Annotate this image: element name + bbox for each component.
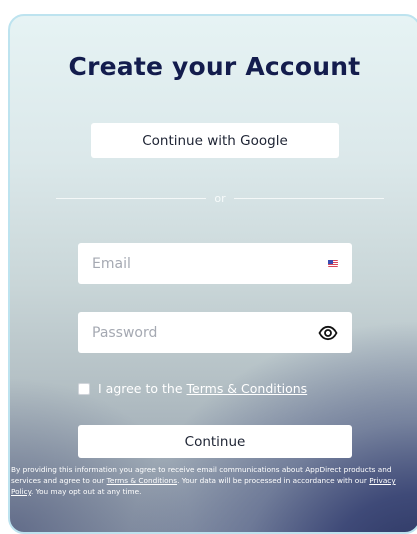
divider-line-right [233, 198, 385, 199]
signup-card: Create your Account Continue with Google… [8, 14, 417, 534]
legal-terms-link[interactable]: Terms & Conditions [107, 476, 177, 485]
legal-text-3: . You may opt out at any time. [30, 487, 142, 496]
terms-agreement: I agree to the Terms & Conditions [78, 381, 307, 396]
divider-line-left [56, 198, 207, 199]
continue-button[interactable]: Continue [78, 425, 352, 458]
email-field[interactable]: Email [78, 243, 352, 284]
us-flag-icon[interactable] [328, 260, 338, 267]
legal-text-2: . Your data will be processed in accorda… [177, 476, 370, 485]
page-title: Create your Account [68, 52, 361, 81]
continue-with-google-button[interactable]: Continue with Google [91, 123, 339, 158]
terms-checkbox[interactable] [78, 382, 90, 395]
password-placeholder: Password [92, 324, 158, 341]
password-field[interactable]: Password [78, 312, 352, 353]
agree-text: I agree to the [98, 381, 183, 396]
email-placeholder: Email [92, 255, 131, 272]
legal-disclaimer: By providing this information you agree … [10, 464, 396, 497]
or-divider: or [56, 192, 385, 205]
divider-text: or [214, 192, 226, 205]
terms-link[interactable]: Terms & Conditions [187, 381, 308, 396]
eye-icon[interactable] [318, 325, 338, 341]
